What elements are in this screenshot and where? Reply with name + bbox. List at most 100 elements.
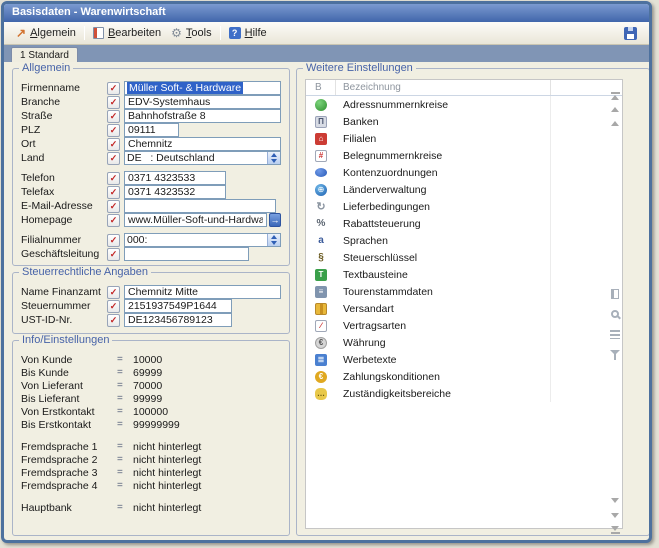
- info-label: Bis Lieferant: [21, 393, 117, 405]
- land-select[interactable]: DE : Deutschland: [124, 151, 281, 165]
- list-item[interactable]: Kontenzuordnungen: [306, 164, 622, 181]
- edit-check-icon[interactable]: [107, 214, 120, 227]
- edit-check-icon[interactable]: [107, 186, 120, 199]
- delivery-terms-icon: [315, 201, 327, 213]
- ustid-input[interactable]: [124, 313, 232, 327]
- list-item[interactable]: Adressnummernkreise: [306, 96, 622, 113]
- list-item-extra-cell: [550, 181, 622, 198]
- edit-check-icon[interactable]: [107, 152, 120, 165]
- list-item[interactable]: Werbetexte: [306, 351, 622, 368]
- steuernummer-input[interactable]: [124, 299, 232, 313]
- list-item[interactable]: Lieferbedingungen: [306, 198, 622, 215]
- search-button[interactable]: [609, 308, 621, 320]
- telefon-input[interactable]: [124, 171, 226, 185]
- list-item[interactable]: Sprachen: [306, 232, 622, 249]
- field-label: Branche: [21, 96, 107, 108]
- account-assignments-icon: [315, 168, 327, 177]
- open-homepage-button[interactable]: →: [269, 213, 281, 227]
- save-button[interactable]: [619, 25, 642, 42]
- list-item-extra-cell: [550, 249, 622, 266]
- list-item[interactable]: Rabattsteuerung: [306, 215, 622, 232]
- window-title: Basisdaten - Warenwirtschaft: [12, 6, 166, 18]
- edit-check-icon[interactable]: [107, 314, 120, 327]
- ort-input[interactable]: [124, 137, 281, 151]
- list-item-icon-cell: [306, 99, 336, 111]
- column-header-b[interactable]: B: [306, 80, 336, 95]
- edit-check-icon[interactable]: [107, 234, 120, 247]
- info-value: 99999: [133, 393, 162, 405]
- list-item[interactable]: Zuständigkeitsbereiche: [306, 385, 622, 402]
- plz-input[interactable]: [124, 123, 179, 137]
- group-steuer: Steuerrechtliche Angaben Name Finanzamt …: [12, 272, 290, 334]
- info-label: Hauptbank: [21, 502, 117, 514]
- list-item-label: Adressnummernkreise: [336, 99, 550, 111]
- edit-check-icon[interactable]: [107, 172, 120, 185]
- list-item[interactable]: Banken: [306, 113, 622, 130]
- sort-button[interactable]: [609, 328, 621, 340]
- strasse-input[interactable]: [124, 109, 281, 123]
- field-row-steuernummer: Steuernummer: [21, 299, 281, 313]
- settings-table: B Bezeichnung Adressnummernkreise Banken…: [305, 79, 623, 529]
- field-row-filialnummer: Filialnummer 000:: [21, 233, 281, 247]
- edit-check-icon[interactable]: [107, 138, 120, 151]
- finanzamt-input[interactable]: [124, 285, 281, 299]
- arrow-up-right-icon: ↗: [16, 28, 26, 38]
- edit-check-icon[interactable]: [107, 124, 120, 137]
- menu-item-allgemein[interactable]: ↗ Algemein: [11, 25, 81, 41]
- info-row: Bis Kunde = 69999: [21, 366, 281, 379]
- list-item[interactable]: Tourenstammdaten: [306, 283, 622, 300]
- homepage-input[interactable]: [124, 213, 267, 227]
- spinner-icon[interactable]: [267, 152, 280, 164]
- info-rows: Von Kunde = 10000 Bis Kunde = 69999 Von …: [21, 353, 281, 531]
- info-value: 99999999: [133, 419, 180, 431]
- menu-item-hilfe[interactable]: ? Hilfe: [224, 25, 272, 41]
- list-item[interactable]: Zahlungskonditionen: [306, 368, 622, 385]
- list-item-extra-cell: [550, 147, 622, 164]
- firmenname-input[interactable]: Müller Soft- & Hardware: [124, 81, 281, 95]
- field-row-telefax: Telefax: [21, 185, 281, 199]
- field-row-homepage: Homepage →: [21, 213, 281, 227]
- menu-item-bearbeiten[interactable]: Bearbeiten: [88, 25, 166, 41]
- field-row-land: Land DE : Deutschland: [21, 151, 281, 165]
- scroll-up-button[interactable]: [609, 117, 621, 129]
- list-item[interactable]: Textbausteine: [306, 266, 622, 283]
- scroll-down-button[interactable]: [609, 494, 621, 506]
- edit-check-icon[interactable]: [107, 286, 120, 299]
- spinner-icon[interactable]: [267, 234, 280, 246]
- panel-toggle-button[interactable]: [609, 288, 621, 300]
- edit-check-icon[interactable]: [107, 82, 120, 95]
- list-item-icon-cell: [306, 201, 336, 213]
- menu-item-tools[interactable]: ⚙ Tools: [166, 25, 216, 41]
- list-item[interactable]: Währung: [306, 334, 622, 351]
- scroll-first-button[interactable]: [609, 89, 621, 101]
- edit-check-icon[interactable]: [107, 110, 120, 123]
- edit-check-icon[interactable]: [107, 248, 120, 261]
- branche-input[interactable]: [124, 95, 281, 109]
- edit-check-icon[interactable]: [107, 200, 120, 213]
- column-header-bezeichnung[interactable]: Bezeichnung: [336, 80, 550, 95]
- list-item-label: Zuständigkeitsbereiche: [336, 388, 550, 400]
- list-item[interactable]: Länderverwaltung: [306, 181, 622, 198]
- email-input[interactable]: [124, 199, 276, 213]
- filter-button[interactable]: [609, 346, 621, 358]
- edit-check-icon[interactable]: [107, 96, 120, 109]
- scroll-page-down-button[interactable]: [609, 509, 621, 521]
- telefax-input[interactable]: [124, 185, 226, 199]
- list-item[interactable]: Vertragsarten: [306, 317, 622, 334]
- list-item[interactable]: Versandart: [306, 300, 622, 317]
- scroll-page-up-button[interactable]: [609, 103, 621, 115]
- tab-standard[interactable]: 1 Standard: [11, 47, 78, 62]
- equals-sign: =: [117, 354, 133, 365]
- geschaeftsleitung-input[interactable]: [124, 247, 249, 261]
- list-item[interactable]: Steuerschlüssel: [306, 249, 622, 266]
- edit-check-icon[interactable]: [107, 300, 120, 313]
- list-item[interactable]: Belegnummernkreise: [306, 147, 622, 164]
- text-blocks-icon: [315, 269, 327, 281]
- info-value: nicht hinterlegt: [133, 502, 201, 514]
- list-item[interactable]: Filialen: [306, 130, 622, 147]
- scroll-last-button[interactable]: [609, 524, 621, 536]
- field-row-plz: PLZ: [21, 123, 281, 137]
- filialnummer-select[interactable]: 000:: [124, 233, 281, 247]
- list-item-icon-cell: [306, 303, 336, 315]
- list-item-icon-cell: [306, 150, 336, 162]
